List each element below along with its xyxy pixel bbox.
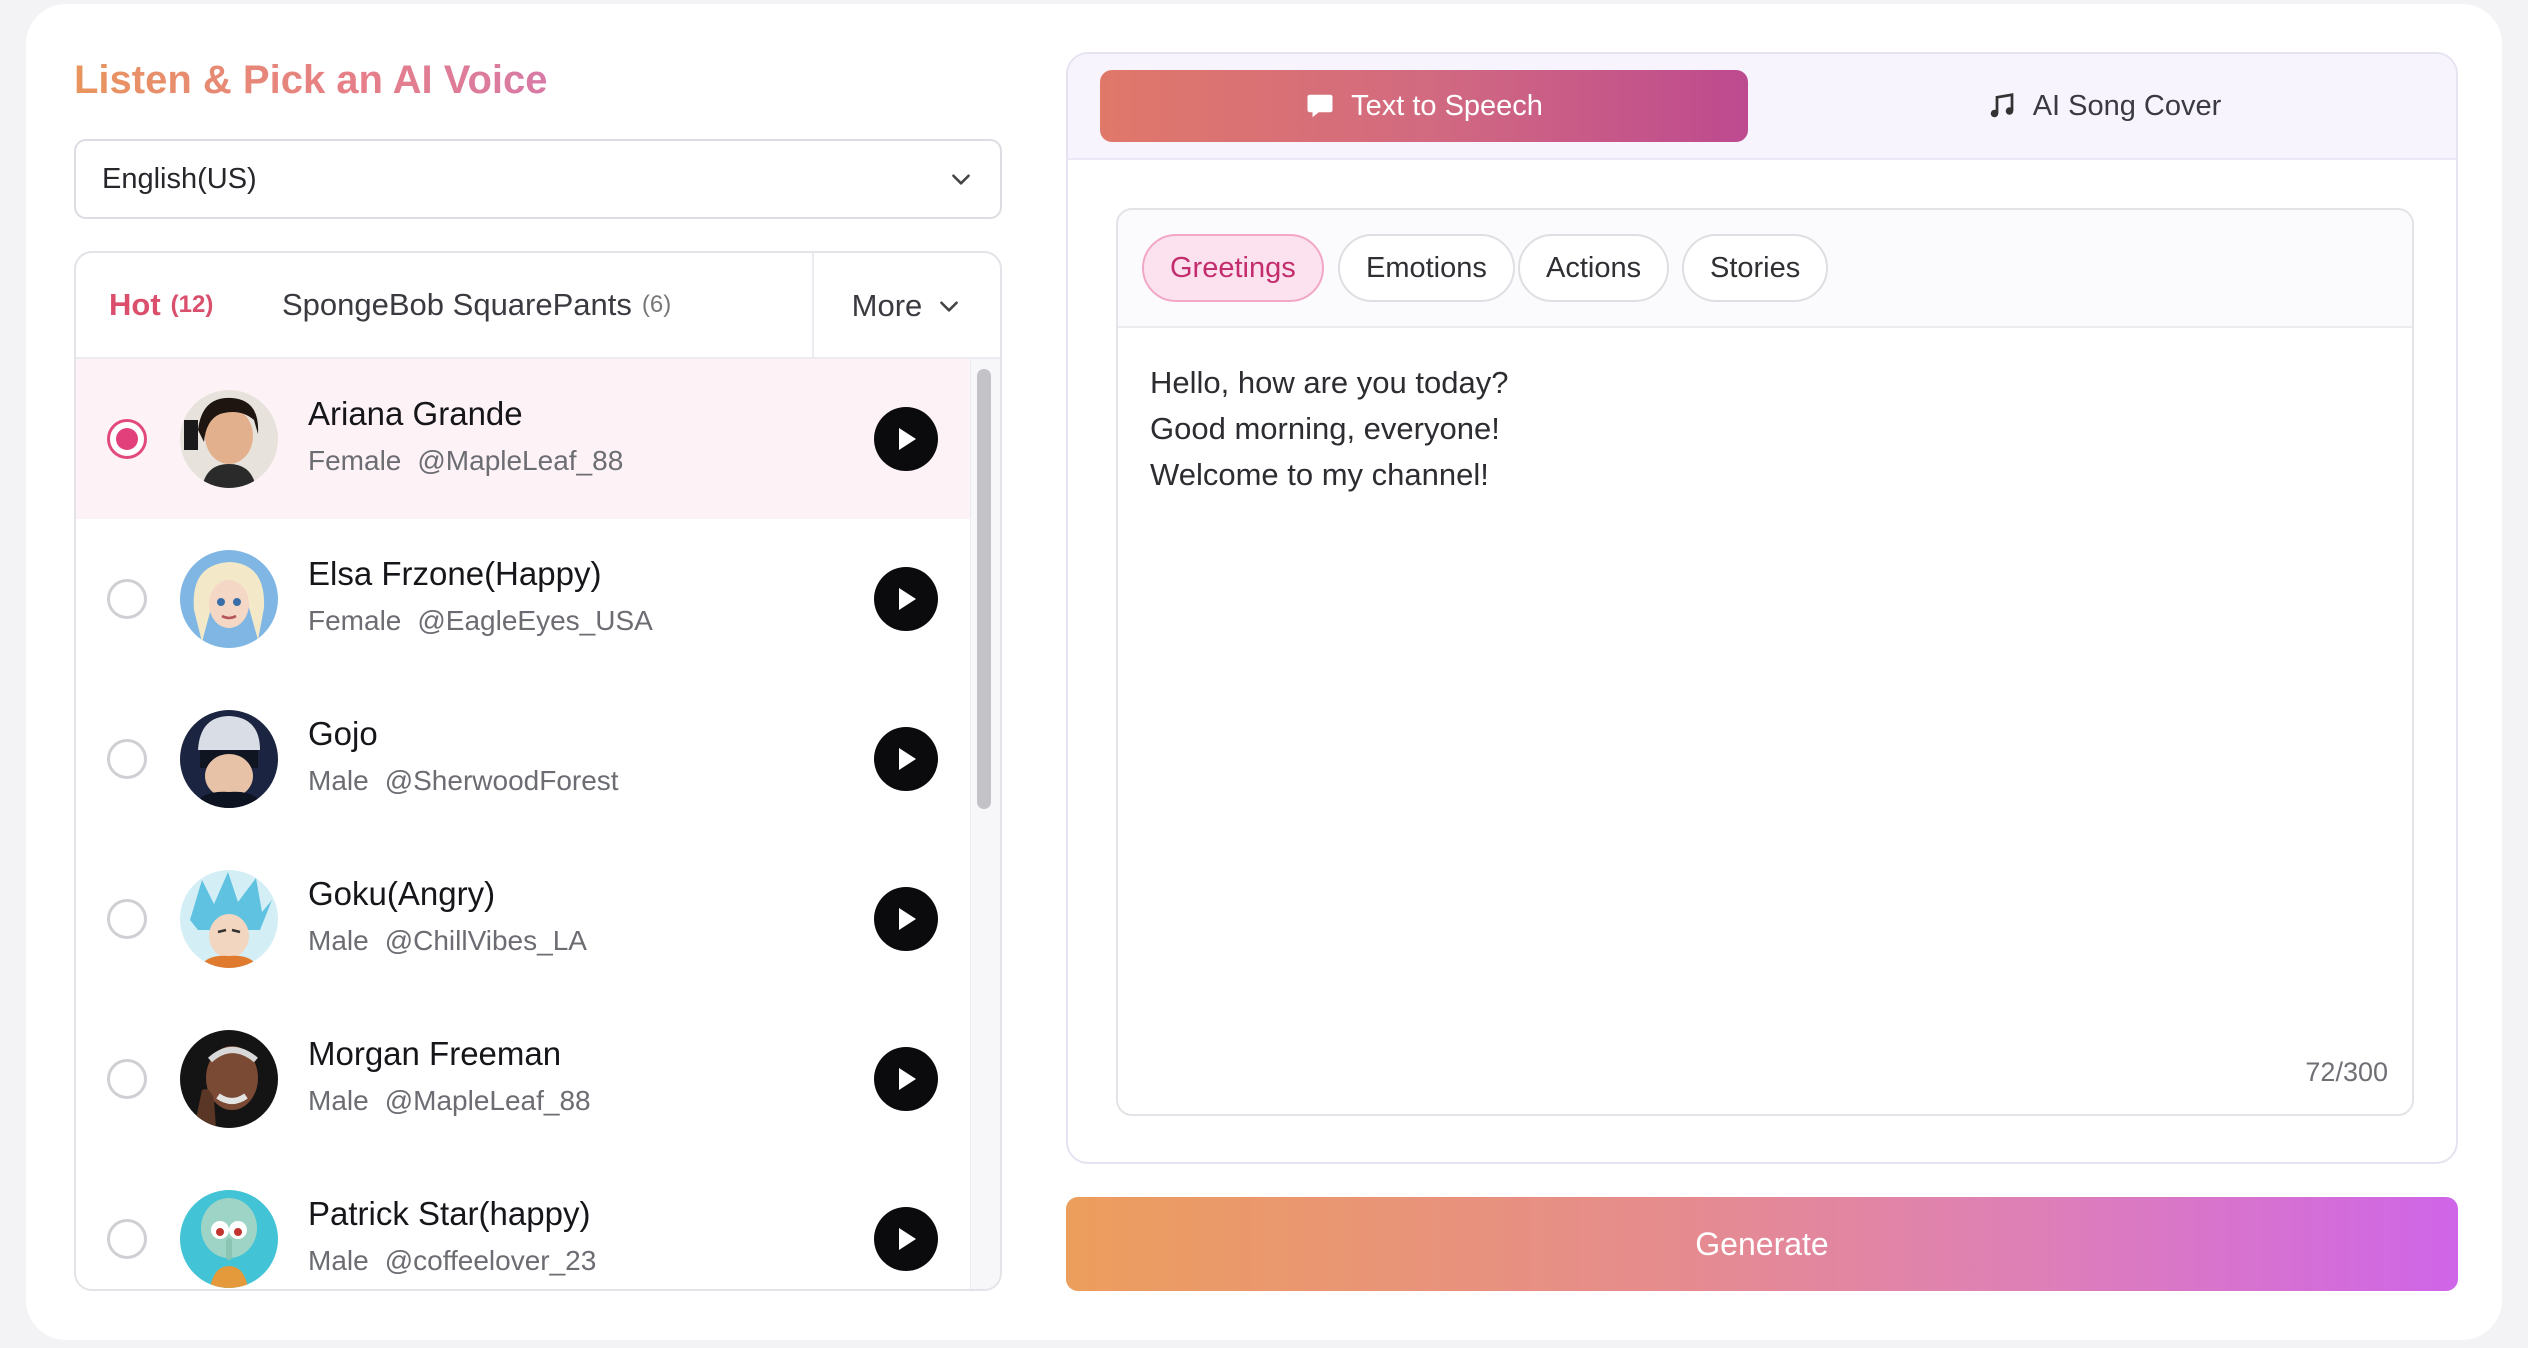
- mode-tabs: Text to Speech AI Song Cover: [1068, 54, 2456, 160]
- play-button[interactable]: [874, 1207, 938, 1271]
- music-note-icon: [1987, 91, 2017, 121]
- voice-name: Elsa Frzone(Happy): [308, 555, 602, 592]
- voice-handle: @MapleLeaf_88: [384, 1085, 591, 1116]
- radio-button[interactable]: [107, 899, 147, 939]
- avatar: [180, 1030, 278, 1128]
- radio-button[interactable]: [107, 579, 147, 619]
- char-counter: 72/300: [2305, 1057, 2388, 1087]
- play-icon: [899, 428, 916, 450]
- play-button[interactable]: [874, 727, 938, 791]
- voice-name: Goku(Angry): [308, 875, 496, 912]
- category-chips: Greetings Emotions Actions Stories: [1118, 210, 2412, 328]
- voice-meta: Male @coffeelover_23: [308, 1245, 596, 1277]
- generate-button[interactable]: Generate: [1066, 1197, 2458, 1291]
- avatar: [180, 390, 278, 488]
- language-select-value: English(US): [102, 162, 257, 195]
- voice-panel: Hot (12) SpongeBob SquarePants (6) More …: [74, 251, 1002, 1291]
- play-icon: [899, 748, 916, 770]
- voice-row[interactable]: Ariana Grande Female @MapleLeaf_88: [76, 359, 974, 519]
- voice-row[interactable]: Patrick Star(happy) Male @coffeelover_23: [76, 1159, 974, 1289]
- voice-name: Ariana Grande: [308, 395, 523, 432]
- play-button[interactable]: [874, 407, 938, 471]
- play-icon: [899, 588, 916, 610]
- speech-bubble-icon: [1305, 91, 1335, 121]
- tab-spongebob-count: (6): [641, 291, 672, 318]
- play-icon: [899, 1068, 916, 1090]
- voice-gender: Male: [308, 1085, 369, 1116]
- radio-button[interactable]: [107, 419, 147, 459]
- radio-button[interactable]: [107, 739, 147, 779]
- avatar: [180, 1190, 278, 1288]
- voice-meta: Male @SherwoodForest: [308, 765, 619, 797]
- avatar: [180, 710, 278, 808]
- tab-text-to-speech-label: Text to Speech: [1351, 89, 1543, 122]
- tab-hot[interactable]: Hot (12): [109, 253, 214, 358]
- editor-card: Text to Speech AI Song Cover Greetings E…: [1066, 52, 2458, 1164]
- voice-meta: Male @ChillVibes_LA: [308, 925, 587, 957]
- voice-handle: @EagleEyes_USA: [417, 605, 653, 636]
- more-button[interactable]: More: [812, 253, 1000, 359]
- voice-row[interactable]: Goku(Angry) Male @ChillVibes_LA: [76, 839, 974, 999]
- tab-spongebob-label: SpongeBob SquarePants: [282, 287, 632, 322]
- text-input[interactable]: Hello, how are you today? Good morning, …: [1150, 360, 2380, 498]
- chip-greetings[interactable]: Greetings: [1142, 234, 1324, 302]
- avatar: [180, 870, 278, 968]
- text-editor: Greetings Emotions Actions Stories Hello…: [1116, 208, 2414, 1116]
- voice-list: Ariana Grande Female @MapleLeaf_88 Elsa F…: [76, 359, 974, 1289]
- voice-handle: @ChillVibes_LA: [384, 925, 587, 956]
- chevron-down-icon: [940, 301, 959, 312]
- voice-name: Morgan Freeman: [308, 1035, 562, 1072]
- play-icon: [899, 908, 916, 930]
- radio-button[interactable]: [107, 1219, 147, 1259]
- voice-name: Patrick Star(happy): [308, 1195, 591, 1232]
- page-title: Listen & Pick an AI Voice: [74, 52, 547, 108]
- chevron-down-icon: [952, 174, 970, 185]
- voice-gender: Male: [308, 765, 369, 796]
- tab-hot-label: Hot: [109, 287, 161, 322]
- voice-gender: Male: [308, 1245, 369, 1276]
- voice-row[interactable]: Elsa Frzone(Happy) Female @EagleEyes_USA: [76, 519, 974, 679]
- voice-list-scrollbar[interactable]: [970, 359, 1000, 1289]
- play-button[interactable]: [874, 887, 938, 951]
- tab-text-to-speech[interactable]: Text to Speech: [1100, 70, 1748, 142]
- avatar: [180, 550, 278, 648]
- voice-meta: Male @MapleLeaf_88: [308, 1085, 591, 1117]
- tab-spongebob[interactable]: SpongeBob SquarePants (6): [282, 253, 672, 358]
- radio-button[interactable]: [107, 1059, 147, 1099]
- voice-gender: Female: [308, 605, 402, 636]
- play-button[interactable]: [874, 1047, 938, 1111]
- play-icon: [899, 1228, 916, 1250]
- tab-ai-song-cover[interactable]: AI Song Cover: [1748, 70, 2456, 142]
- voice-row[interactable]: Morgan Freeman Male @MapleLeaf_88: [76, 999, 974, 1159]
- chip-emotions[interactable]: Emotions: [1338, 234, 1515, 302]
- tab-hot-count: (12): [170, 291, 214, 318]
- more-label: More: [851, 288, 923, 323]
- voice-gender: Female: [308, 445, 402, 476]
- voice-handle: @MapleLeaf_88: [417, 445, 624, 476]
- voice-meta: Female @EagleEyes_USA: [308, 605, 653, 637]
- chip-actions[interactable]: Actions: [1518, 234, 1670, 302]
- play-button[interactable]: [874, 567, 938, 631]
- voice-name: Gojo: [308, 715, 378, 752]
- voice-row[interactable]: Gojo Male @SherwoodForest: [76, 679, 974, 839]
- chip-stories[interactable]: Stories: [1682, 234, 1829, 302]
- voice-handle: @SherwoodForest: [384, 765, 619, 796]
- voice-meta: Female @MapleLeaf_88: [308, 445, 623, 477]
- tab-ai-song-cover-label: AI Song Cover: [2032, 89, 2222, 122]
- scrollbar-thumb[interactable]: [977, 369, 991, 809]
- voice-gender: Male: [308, 925, 369, 956]
- language-select[interactable]: English(US): [74, 139, 1002, 219]
- voice-category-tabs: Hot (12) SpongeBob SquarePants (6) More: [76, 253, 1000, 359]
- voice-handle: @coffeelover_23: [384, 1245, 597, 1276]
